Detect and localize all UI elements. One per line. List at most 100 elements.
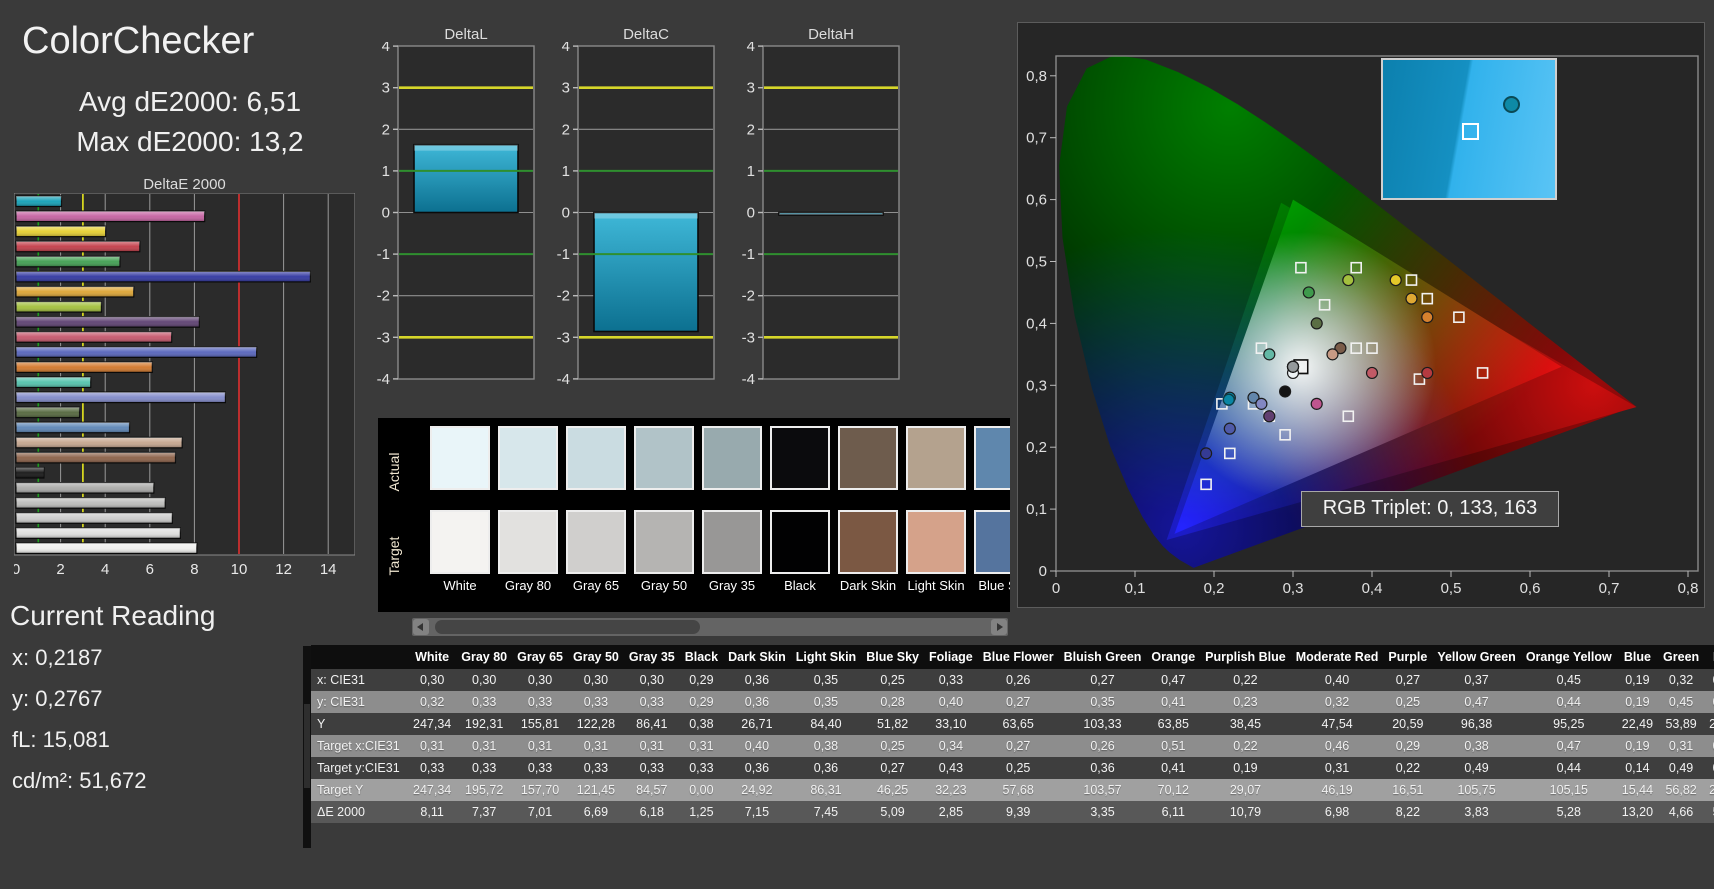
inset-measured-point — [1503, 96, 1520, 113]
table-row: Target x:CIE310,310,310,310,310,310,310,… — [311, 735, 1714, 757]
swatch-target-gray-50[interactable] — [634, 510, 694, 574]
svg-text:0: 0 — [562, 205, 570, 222]
table-cell: 0,33 — [408, 757, 456, 779]
svg-text:-1: -1 — [377, 246, 390, 263]
svg-text:8: 8 — [190, 561, 198, 578]
table-cell: 0,41 — [1146, 691, 1200, 713]
svg-text:-2: -2 — [377, 288, 390, 305]
table-cell: 0,31 — [624, 735, 680, 757]
table-cell: 0,43 — [924, 757, 978, 779]
table-row-label: Y — [311, 713, 408, 735]
table-cell: 157,70 — [512, 779, 568, 801]
table-cell: 26,80 — [1704, 713, 1714, 735]
svg-text:0,7: 0,7 — [1026, 130, 1047, 147]
table-cell: 0,33 — [456, 757, 512, 779]
table-cell: 20,59 — [1383, 713, 1432, 735]
swatch-scrollbar[interactable] — [412, 618, 1008, 636]
swatch-actual-gray-65[interactable] — [566, 426, 626, 490]
avg-de2000-readout: Avg dE2000: 6,51 — [0, 86, 380, 118]
table-cell: 32,23 — [924, 779, 978, 801]
table-cell: 0,25 — [978, 757, 1059, 779]
table-cell: 26,71 — [723, 713, 791, 735]
scroll-right-icon[interactable] — [991, 619, 1007, 635]
swatch-actual-black[interactable] — [770, 426, 830, 490]
current-reading-y: y: 0,2767 — [12, 686, 103, 712]
svg-text:0,3: 0,3 — [1026, 377, 1047, 394]
scrollbar-thumb[interactable] — [435, 620, 700, 634]
svg-text:14: 14 — [320, 561, 337, 578]
scroll-left-icon[interactable] — [413, 619, 429, 635]
swatch-actual-gray-80[interactable] — [498, 426, 558, 490]
table-cell: 86,31 — [791, 779, 861, 801]
table-cell: 0,35 — [1059, 691, 1147, 713]
table-cell: 3,35 — [1059, 801, 1147, 823]
measurement-table-wrap: WhiteGray 80Gray 65Gray 50Gray 35BlackDa… — [311, 645, 1714, 823]
table-cell: 3,83 — [1432, 801, 1521, 823]
table-cell: 51,82 — [861, 713, 924, 735]
svg-text:3: 3 — [382, 80, 390, 97]
table-cell: 29,07 — [1200, 779, 1291, 801]
swatch-label: Black — [766, 578, 834, 593]
table-cell: 0,34 — [924, 735, 978, 757]
deltal-chart-title: DeltaL — [398, 26, 534, 43]
table-cell: 0,25 — [861, 735, 924, 757]
table-cell: 7,45 — [791, 801, 861, 823]
table-cell: 0,19 — [1617, 735, 1658, 757]
table-cell: 63,85 — [1146, 713, 1200, 735]
swatch-label: White — [426, 578, 494, 593]
table-column-header: Purple — [1383, 645, 1432, 669]
table-cell: 0,22 — [1200, 669, 1291, 691]
table-cell: 0,27 — [1383, 669, 1432, 691]
svg-text:-1: -1 — [557, 246, 570, 263]
swatch-target-gray-35[interactable] — [702, 510, 762, 574]
swatch-target-gray-80[interactable] — [498, 510, 558, 574]
table-cell: 0,38 — [1432, 735, 1521, 757]
table-cell: 0,40 — [723, 735, 791, 757]
svg-text:1: 1 — [562, 163, 570, 180]
table-cell: 247,34 — [408, 713, 456, 735]
table-cell: 0,31 — [456, 735, 512, 757]
table-cell: 0,26 — [1059, 735, 1147, 757]
swatch-actual-white[interactable] — [430, 426, 490, 490]
table-column-header: Blue Flower — [978, 645, 1059, 669]
current-reading-fl: fL: 15,081 — [12, 727, 110, 753]
swatch-target-blue-sky[interactable] — [974, 510, 1010, 574]
svg-text:0,1: 0,1 — [1026, 501, 1047, 518]
table-row-label: x: CIE31 — [311, 669, 408, 691]
table-row-label: Target Y — [311, 779, 408, 801]
table-cell: 0,46 — [1291, 735, 1384, 757]
svg-text:1: 1 — [747, 163, 755, 180]
table-cell: 0,14 — [1617, 757, 1658, 779]
table-cell: 0,38 — [791, 735, 861, 757]
table-cell: 0,00 — [680, 779, 723, 801]
swatch-actual-dark-skin[interactable] — [838, 426, 898, 490]
swatch-target-light-skin[interactable] — [906, 510, 966, 574]
table-cell: 0,40 — [924, 691, 978, 713]
swatch-actual-light-skin[interactable] — [906, 426, 966, 490]
swatch-actual-blue-sky[interactable] — [974, 426, 1010, 490]
table-cell: 53,89 — [1658, 713, 1704, 735]
svg-text:0,5: 0,5 — [1026, 254, 1047, 271]
swatch-target-black[interactable] — [770, 510, 830, 574]
table-cell: 6,11 — [1146, 801, 1200, 823]
swatch-label: Dark Skin — [834, 578, 902, 593]
swatch-actual-gray-35[interactable] — [702, 426, 762, 490]
svg-text:0,2: 0,2 — [1026, 439, 1047, 456]
svg-text:-4: -4 — [557, 371, 570, 388]
table-cell: 247,34 — [408, 779, 456, 801]
swatch-target-white[interactable] — [430, 510, 490, 574]
table-cell: 0,31 — [1658, 735, 1704, 757]
table-cell: 0,27 — [978, 691, 1059, 713]
table-cell: 86,41 — [624, 713, 680, 735]
table-cell: 0,31 — [1291, 757, 1384, 779]
table-cell: 0,33 — [924, 669, 978, 691]
swatch-actual-gray-50[interactable] — [634, 426, 694, 490]
swatch-label: Gray 80 — [494, 578, 562, 593]
svg-text:4: 4 — [562, 42, 570, 55]
current-reading-cdm2: cd/m²: 51,672 — [12, 768, 147, 794]
table-cell: 0,26 — [978, 669, 1059, 691]
swatch-target-dark-skin[interactable] — [838, 510, 898, 574]
swatch-target-gray-65[interactable] — [566, 510, 626, 574]
table-scrollbar[interactable] — [303, 646, 311, 848]
table-cell: 0,32 — [408, 691, 456, 713]
